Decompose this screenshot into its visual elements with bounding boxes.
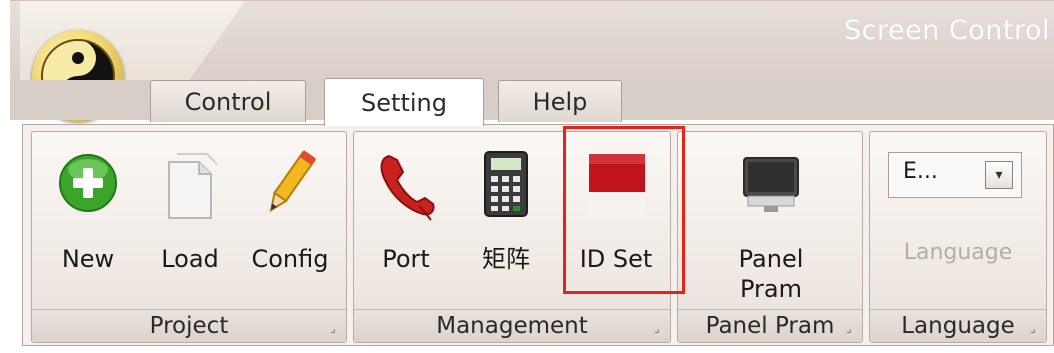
panel-pram-label-line2: Pram [739,275,802,303]
group-management-caption: Management ⌟ [354,309,670,342]
language-select[interactable]: E... ▾ [888,152,1022,198]
title-bar: Screen Control [10,0,1054,81]
group-project-caption: Project ⌟ [32,309,346,342]
config-icon [269,150,317,213]
group-project-launcher[interactable]: ⌟ [326,322,340,336]
load-label: Load [161,245,219,273]
load-button[interactable]: Load [140,136,240,306]
matrix-button[interactable]: 矩阵 [458,136,554,306]
tab-control[interactable]: Control [150,80,306,122]
tab-help-label: Help [532,88,588,116]
group-panel-pram-launcher[interactable]: ⌟ [842,322,856,336]
monitor-icon [743,157,799,212]
group-management-launcher[interactable]: ⌟ [650,322,664,336]
ribbon-panel: New Load Config Project ⌟ Port 矩阵 ID Set… [22,124,1054,346]
tab-control-label: Control [184,88,272,116]
group-project-caption-text: Project [149,313,229,339]
load-icon [168,153,218,219]
panel-pram-button[interactable]: Panel Pram [698,136,844,306]
group-panel-pram-caption: Panel Pram ⌟ [678,309,862,342]
port-label: Port [382,245,430,273]
new-label: New [61,245,115,273]
group-management-caption-text: Management [436,313,588,339]
phone-icon [380,154,435,221]
tab-help[interactable]: Help [498,80,622,122]
group-panel-pram: Panel Pram Panel Pram ⌟ [677,131,863,343]
port-button[interactable]: Port [358,136,454,306]
ribbon-tab-strip: Control Setting Help [10,78,1054,126]
language-label: Language [903,240,1013,265]
app-window: Screen Control Control Setting Help New … [0,0,1054,353]
window-title: Screen Control [843,15,1050,46]
new-button[interactable]: New [38,136,138,306]
panel-pram-label: Panel Pram [698,244,844,304]
config-button[interactable]: Config [240,136,340,306]
chevron-down-icon[interactable]: ▾ [985,161,1013,189]
highlight-box [563,126,685,294]
panel-pram-label-line1: Panel [738,245,804,273]
group-panel-pram-caption-text: Panel Pram [705,313,835,339]
matrix-label: 矩阵 [482,245,530,273]
new-icon [59,154,117,212]
matrix-icon [484,151,528,217]
group-language: E... ▾ Language Language ⌟ [869,131,1047,343]
group-language-caption-text: Language [901,313,1015,339]
group-language-launcher[interactable]: ⌟ [1026,322,1040,336]
tab-setting[interactable]: Setting [324,78,484,126]
group-language-caption: Language ⌟ [870,309,1046,342]
group-project: New Load Config Project ⌟ [31,131,347,343]
tab-setting-label: Setting [361,89,447,117]
config-label: Config [251,245,329,273]
language-select-value: E... [903,159,938,184]
